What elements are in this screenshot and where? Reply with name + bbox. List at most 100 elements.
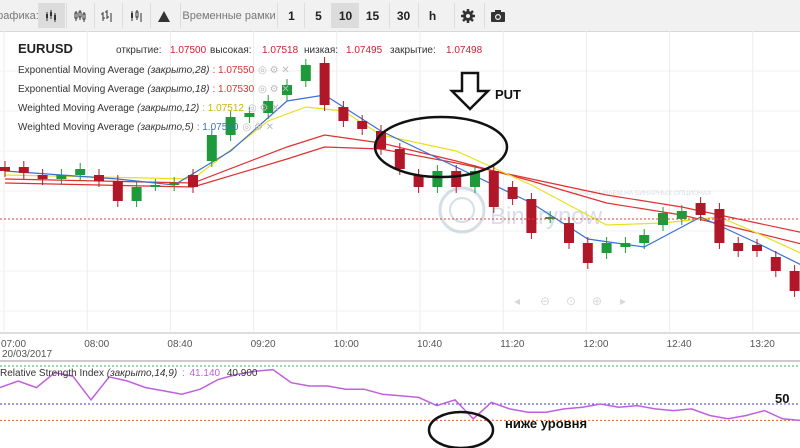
high-label: высокая: (210, 45, 252, 56)
candle-body (357, 121, 368, 129)
ohlc-button[interactable] (122, 3, 149, 28)
highlight-ellipse (373, 115, 509, 179)
chart-toolbar: рафика: Временные рамки 1 5 10 15 30 h (0, 0, 800, 32)
zoom-in-icon[interactable]: ⊕ (592, 294, 602, 308)
candle-body (676, 211, 687, 219)
x-tick-label: 10:40 (417, 339, 442, 350)
candle-body (206, 135, 217, 161)
candle-body (507, 187, 518, 199)
rsi-highlight-ellipse (427, 410, 495, 448)
scroll-right-icon[interactable]: ▸ (620, 294, 626, 308)
area-chart-icon (158, 10, 170, 22)
candle-body (300, 65, 311, 81)
bar-chart-button[interactable] (94, 3, 121, 28)
indicator-legend: Exponential Moving Average (закрыто,28):… (18, 65, 290, 133)
indicator-value: : 1.07510 (197, 122, 239, 133)
timeframe-15[interactable]: 15 (358, 3, 386, 28)
x-tick-label: 12:00 (583, 339, 608, 350)
candle-body (319, 63, 330, 105)
zoom-out-icon[interactable]: ⊖ (540, 294, 550, 308)
timeframe-5[interactable]: 5 (304, 3, 332, 28)
timeframe-h[interactable]: h (418, 3, 446, 28)
indicator-name: Weighted Moving Average (18, 122, 137, 133)
ohlc-line: открытие: 1.07500 высокая: 1.07518 низка… (116, 45, 483, 56)
rsi-annotation: ниже уровня (505, 416, 587, 431)
candle-body (789, 271, 800, 291)
arrow-down-icon (448, 71, 492, 111)
candle-body (770, 257, 781, 271)
put-label: PUT (495, 87, 521, 102)
indicator-value: : 1.07550 (212, 65, 254, 76)
settings-button[interactable] (454, 3, 481, 28)
rsi-name: Relative Strength Index (0, 368, 104, 379)
candle-body (56, 175, 67, 179)
indicator-name: Weighted Moving Average (18, 103, 137, 114)
candle-body (752, 245, 762, 251)
indicator-params: (закрыто,28) (147, 65, 209, 76)
x-tick-label: 11:20 (500, 339, 525, 350)
candle-body (338, 107, 349, 121)
indicator-controls-icon: ◎ ⚙ ✕ (258, 84, 290, 95)
candle-body (451, 171, 462, 187)
candle-body (639, 235, 650, 243)
candle-body (733, 243, 744, 251)
timeframe-10[interactable]: 10 (331, 3, 359, 28)
candle-body (658, 213, 668, 225)
open-value: 1.07500 (170, 45, 207, 56)
indicator-params: (закрыто,5) (137, 122, 194, 133)
indicator-legend-item: Weighted Moving Average (закрыто,5): 1.0… (18, 122, 274, 133)
scroll-left-icon[interactable]: ◂ (514, 294, 520, 308)
candle-body (714, 209, 725, 243)
candle-body (37, 175, 48, 179)
candle-body (582, 243, 593, 263)
area-chart-button[interactable] (150, 3, 177, 28)
x-tick-label: 09:20 (251, 339, 276, 350)
line-chart-button[interactable] (38, 3, 65, 28)
candle-body (394, 149, 405, 169)
svg-text:Relative Strength Index: Relative Strength Index (закрыто,14,9) :… (0, 368, 258, 379)
date-label: 20/03/2017 (2, 349, 52, 360)
candle-body (620, 243, 631, 247)
low-value: 1.07495 (346, 45, 383, 56)
indicator-legend-item: Weighted Moving Average (закрыто,12): 1.… (18, 103, 280, 114)
camera-icon (491, 9, 505, 22)
x-tick-label: 08:00 (84, 339, 109, 350)
close-label: закрытие: (390, 45, 436, 56)
indicator-legend-item: Exponential Moving Average (закрыто,18):… (18, 84, 290, 95)
price-chart[interactable]: Binarynow ЗАРАБАТЫВАЕМ НА БИНАРНЫХ ОПЦИО… (0, 31, 800, 448)
line-chart-icon (46, 9, 56, 22)
candle-body (18, 167, 29, 173)
candle-body (94, 175, 104, 181)
x-tick-label: 10:00 (334, 339, 359, 350)
bar-chart-icon (101, 9, 112, 22)
candle-body (75, 169, 86, 175)
timeframe-1[interactable]: 1 (277, 3, 305, 28)
indicator-name: Exponential Moving Average (18, 65, 147, 76)
rsi-value-1: 41.140 (190, 368, 221, 379)
indicator-controls-icon: ◎ ⚙ ✕ (248, 103, 280, 114)
candle-body (0, 167, 10, 171)
ohlc-icon (131, 9, 142, 22)
candle-body (150, 185, 161, 187)
reset-icon[interactable]: ⊙ (566, 294, 576, 308)
x-axis: 07:00 08:00 08:40 09:20 10:00 10:40 11:20 12:00… (1, 339, 775, 350)
chart-types-label: рафика: (0, 9, 39, 22)
candlestick-button[interactable] (66, 3, 93, 28)
x-tick-label: 12:40 (667, 339, 692, 350)
watermark-tagline: ЗАРАБАТЫВАЕМ НА БИНАРНЫХ ОПЦИОНАХ (570, 190, 712, 197)
high-value: 1.07518 (262, 45, 299, 56)
x-tick-label: 13:20 (750, 339, 775, 350)
gear-icon (461, 8, 475, 23)
indicator-name: Exponential Moving Average (18, 84, 147, 95)
indicator-controls-icon: ◎ ⚙ ✕ (258, 65, 290, 76)
low-label: низкая: (304, 45, 338, 56)
candle-body (695, 203, 706, 215)
candle-body (131, 187, 142, 201)
candle-body (601, 243, 612, 253)
timeframes-label: Временные рамки (180, 3, 277, 28)
open-label: открытие: (116, 45, 162, 56)
candle-body (169, 183, 180, 185)
timeframe-30[interactable]: 30 (389, 3, 417, 28)
close-value: 1.07498 (446, 45, 483, 56)
screenshot-button[interactable] (484, 3, 511, 28)
